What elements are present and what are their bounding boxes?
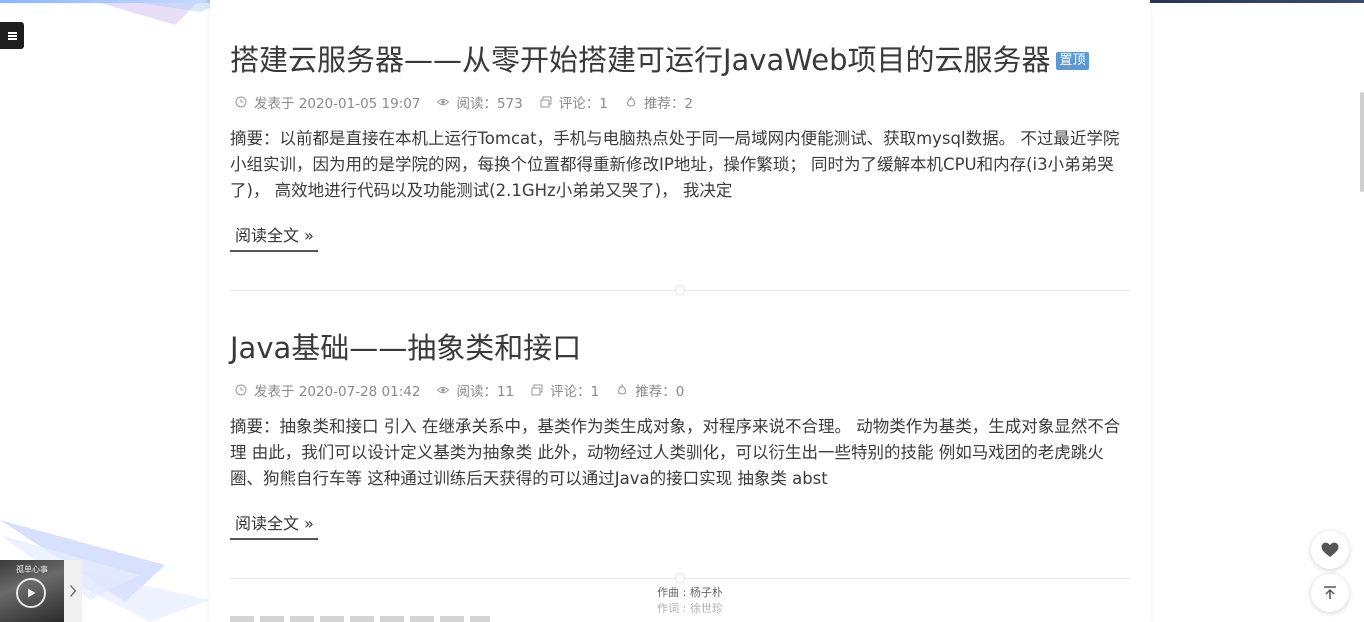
back-to-top-button[interactable] bbox=[1311, 574, 1349, 612]
post-date: 发表于 2020-01-05 19:07 bbox=[230, 92, 420, 112]
back-to-top-icon bbox=[1324, 586, 1336, 599]
album-cover-text: 孤单心事 bbox=[16, 565, 48, 574]
pinned-badge: 置顶 bbox=[1056, 52, 1089, 70]
like-button[interactable] bbox=[1311, 531, 1349, 569]
post-recommends: 推荐：0 bbox=[611, 380, 684, 400]
flame-icon bbox=[626, 96, 635, 107]
post-recommends-text: 推荐：0 bbox=[635, 384, 685, 400]
read-more-link[interactable]: 阅读全文 » bbox=[230, 224, 318, 252]
page-scrollbar-thumb[interactable] bbox=[1360, 92, 1364, 192]
comment-icon bbox=[531, 384, 543, 396]
music-player: 孤单心事 bbox=[0, 560, 82, 622]
post-recommends: 推荐：2 bbox=[620, 92, 693, 112]
post-list: 搭建云服务器——从零开始搭建可运行JavaWeb项目的云服务器 置顶 发表于 2… bbox=[210, 0, 1150, 622]
post-reads: 阅读：11 bbox=[432, 380, 514, 400]
lyrics-lyricist: 作词 : 徐世珍 bbox=[657, 602, 723, 615]
clock-icon bbox=[235, 96, 247, 108]
chevron-right-icon bbox=[69, 584, 77, 598]
player-expand-button[interactable] bbox=[64, 560, 82, 622]
divider-dot bbox=[675, 285, 685, 295]
play-icon bbox=[28, 588, 36, 598]
post-item: 搭建云服务器——从零开始搭建可运行JavaWeb项目的云服务器 置顶 发表于 2… bbox=[230, 40, 1130, 252]
post-recommends-text: 推荐：2 bbox=[643, 96, 693, 112]
next-post-title-partial bbox=[230, 614, 510, 622]
post-divider bbox=[230, 285, 1130, 295]
post-comments-text: 评论：1 bbox=[558, 96, 608, 112]
flame-icon bbox=[618, 384, 627, 395]
hamburger-icon bbox=[7, 31, 17, 40]
post-item: Java基础——抽象类和接口 发表于 2020-07-28 01:42 阅读：1… bbox=[230, 328, 1130, 540]
read-more-link[interactable]: 阅读全文 » bbox=[230, 512, 318, 540]
post-comments: 评论：1 bbox=[535, 92, 608, 112]
post-reads-text: 阅读：573 bbox=[456, 96, 523, 112]
eye-icon bbox=[437, 98, 450, 106]
divider-dot bbox=[675, 573, 685, 583]
post-title-link[interactable]: 搭建云服务器——从零开始搭建可运行JavaWeb项目的云服务器 bbox=[230, 40, 1050, 80]
play-button[interactable] bbox=[16, 578, 46, 608]
post-date: 发表于 2020-07-28 01:42 bbox=[230, 380, 420, 400]
post-comments: 评论：1 bbox=[526, 380, 599, 400]
post-comments-text: 评论：1 bbox=[550, 384, 600, 400]
heart-icon bbox=[1321, 542, 1339, 557]
lyrics-composer: 作曲 : 杨子朴 bbox=[657, 586, 723, 599]
post-meta: 发表于 2020-01-05 19:07 阅读：573 评论：1 推荐：2 bbox=[230, 92, 1130, 112]
post-reads: 阅读：573 bbox=[432, 92, 523, 112]
post-reads-text: 阅读：11 bbox=[456, 384, 515, 400]
comment-icon bbox=[540, 96, 552, 108]
album-cover: 孤单心事 bbox=[0, 560, 64, 622]
post-title: Java基础——抽象类和接口 bbox=[230, 328, 1130, 368]
post-summary: 摘要：抽象类和接口 引入 在继承关系中，基类作为类生成对象，对程序来说不合理。 … bbox=[230, 417, 1121, 488]
lyrics-overlay: 作曲 : 杨子朴 作词 : 徐世珍 bbox=[640, 585, 740, 617]
post-title: 搭建云服务器——从零开始搭建可运行JavaWeb项目的云服务器 置顶 bbox=[230, 40, 1130, 80]
post-title-link[interactable]: Java基础——抽象类和接口 bbox=[230, 328, 581, 368]
post-date-text: 发表于 2020-01-05 19:07 bbox=[254, 96, 421, 112]
post-divider bbox=[230, 573, 1130, 583]
post-date-text: 发表于 2020-07-28 01:42 bbox=[254, 384, 421, 400]
post-summary: 摘要：以前都是直接在本机上运行Tomcat，手机与电脑热点处于同一局域网内便能测… bbox=[230, 129, 1120, 200]
menu-button[interactable] bbox=[0, 22, 24, 49]
post-meta: 发表于 2020-07-28 01:42 阅读：11 评论：1 推荐：0 bbox=[230, 380, 1130, 400]
clock-icon bbox=[235, 384, 247, 396]
eye-icon bbox=[437, 386, 450, 394]
